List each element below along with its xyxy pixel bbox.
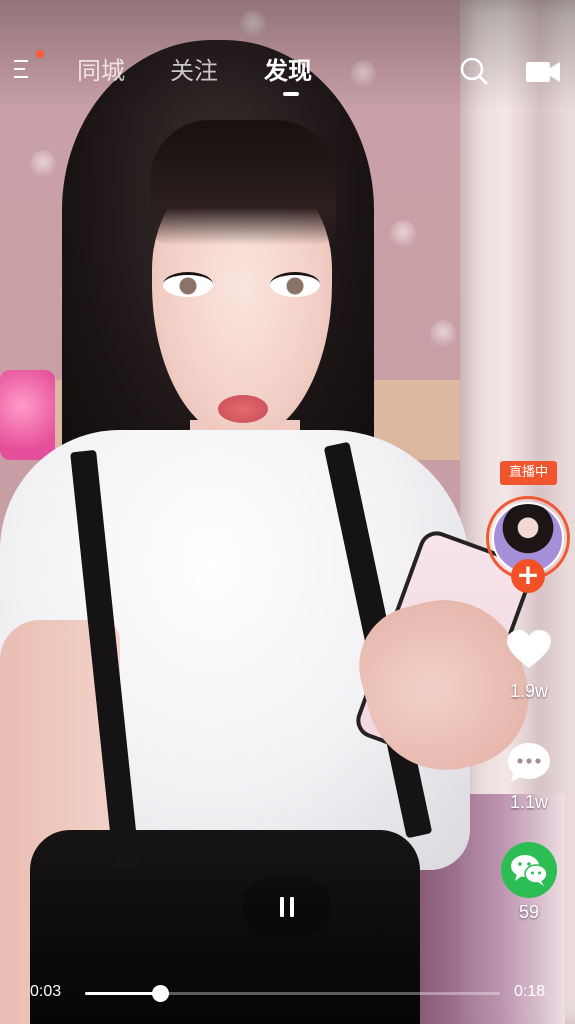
- tab-following[interactable]: 关注: [170, 55, 218, 87]
- pink-bag: [0, 370, 55, 460]
- notification-dot: [36, 50, 44, 58]
- like-count: 1.9w: [509, 681, 549, 701]
- progress-track[interactable]: [85, 985, 500, 1002]
- right-eye: [270, 272, 320, 297]
- comment-count: 1.1w: [509, 792, 549, 812]
- pause-icon: [290, 897, 294, 917]
- tab-nearby[interactable]: 同城: [77, 55, 125, 87]
- wechat-share-button[interactable]: [501, 842, 557, 898]
- wechat-icon: [511, 855, 548, 886]
- wallpaper-pattern: [30, 150, 56, 180]
- menu-icon[interactable]: [14, 60, 36, 82]
- wallpaper-pattern: [390, 220, 416, 250]
- bangs: [150, 120, 336, 245]
- camera-icon[interactable]: [525, 58, 561, 84]
- top-bar: 同城 关注 发现: [0, 0, 575, 110]
- lips: [218, 395, 268, 423]
- wallpaper-pattern: [430, 320, 456, 350]
- pause-icon: [280, 897, 284, 917]
- share-count: 59: [518, 902, 540, 922]
- search-icon[interactable]: [460, 57, 488, 85]
- live-badge[interactable]: 直播中: [500, 461, 557, 485]
- comment-icon[interactable]: [507, 741, 551, 783]
- progress-knob[interactable]: [151, 985, 169, 1002]
- heart-icon[interactable]: [507, 630, 551, 670]
- active-tab-indicator: [283, 92, 299, 96]
- elapsed-time: 0:03: [30, 983, 62, 1000]
- progress-fill: [85, 992, 160, 995]
- video-frame[interactable]: [0, 0, 575, 1024]
- duration-time: 0:18: [514, 983, 546, 1000]
- left-eye: [163, 272, 213, 297]
- follow-button[interactable]: +: [511, 559, 545, 593]
- pause-button[interactable]: [242, 878, 332, 936]
- tab-discover[interactable]: 发现: [264, 55, 312, 87]
